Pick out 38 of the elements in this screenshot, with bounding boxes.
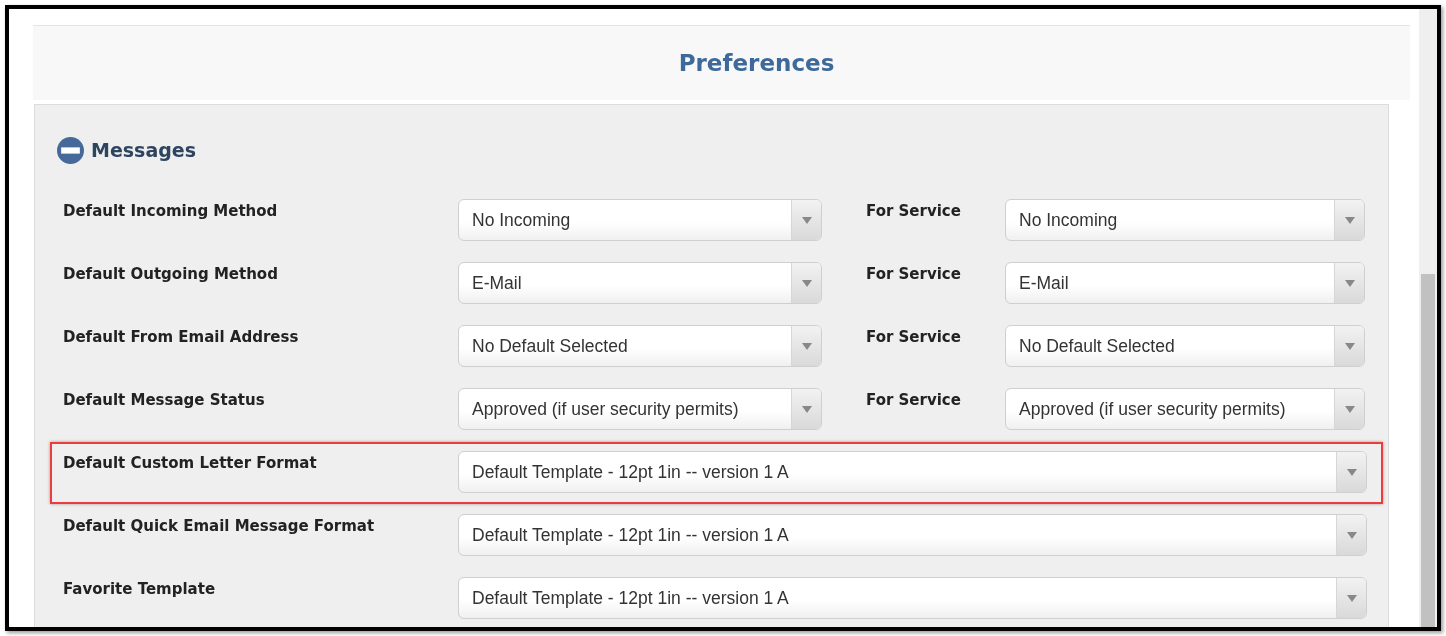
field-label: Default Incoming Method	[63, 201, 279, 220]
dropdown[interactable]: No Incoming	[1005, 199, 1365, 241]
caret-icon	[1344, 216, 1355, 224]
scrollbar-thumb[interactable]	[1421, 274, 1435, 627]
dropdown[interactable]: E-Mail	[1005, 262, 1365, 304]
caret-icon	[1346, 468, 1357, 476]
field-label: Default From Email Address	[63, 327, 300, 346]
field-label: Default Quick Email Message Format	[63, 516, 376, 535]
field-label: Default Custom Letter Format	[63, 453, 318, 472]
caret-icon	[1346, 594, 1357, 602]
dropdown[interactable]: Default Template - 12pt 1in -- version 1 A	[458, 577, 1367, 619]
dropdown[interactable]: Default Template - 12pt 1in -- version 1 A	[458, 451, 1367, 493]
caret-icon	[801, 279, 812, 287]
dropdown[interactable]: Default Template - 12pt 1in -- version 1 A	[458, 514, 1367, 556]
scrollbar[interactable]	[1419, 9, 1437, 627]
field-label: For Service	[866, 327, 962, 346]
caret-icon	[801, 216, 812, 224]
field-label: For Service	[866, 264, 962, 283]
field-label: Favorite Template	[63, 579, 217, 598]
collapse-icon[interactable]	[57, 136, 84, 164]
caret-icon	[801, 405, 812, 413]
caret-icon	[1346, 531, 1357, 539]
caret-icon	[801, 342, 812, 350]
dropdown[interactable]: Approved (if user security permits)	[458, 388, 822, 430]
dropdown[interactable]: No Default Selected	[458, 325, 822, 367]
dropdown[interactable]: No Default Selected	[1005, 325, 1365, 367]
caret-icon	[1344, 342, 1355, 350]
field-label: Default Outgoing Method	[63, 264, 279, 283]
dropdown[interactable]: No Incoming	[458, 199, 822, 241]
field-label: For Service	[866, 390, 962, 409]
field-label: Default Message Status	[63, 390, 266, 409]
field-label: For Service	[866, 201, 962, 220]
caret-icon	[1344, 405, 1355, 413]
dropdown[interactable]: E-Mail	[458, 262, 822, 304]
dropdown[interactable]: Approved (if user security permits)	[1005, 388, 1365, 430]
caret-icon	[1344, 279, 1355, 287]
section-title: Messages	[91, 139, 197, 161]
page-title: Preferences	[678, 50, 835, 76]
